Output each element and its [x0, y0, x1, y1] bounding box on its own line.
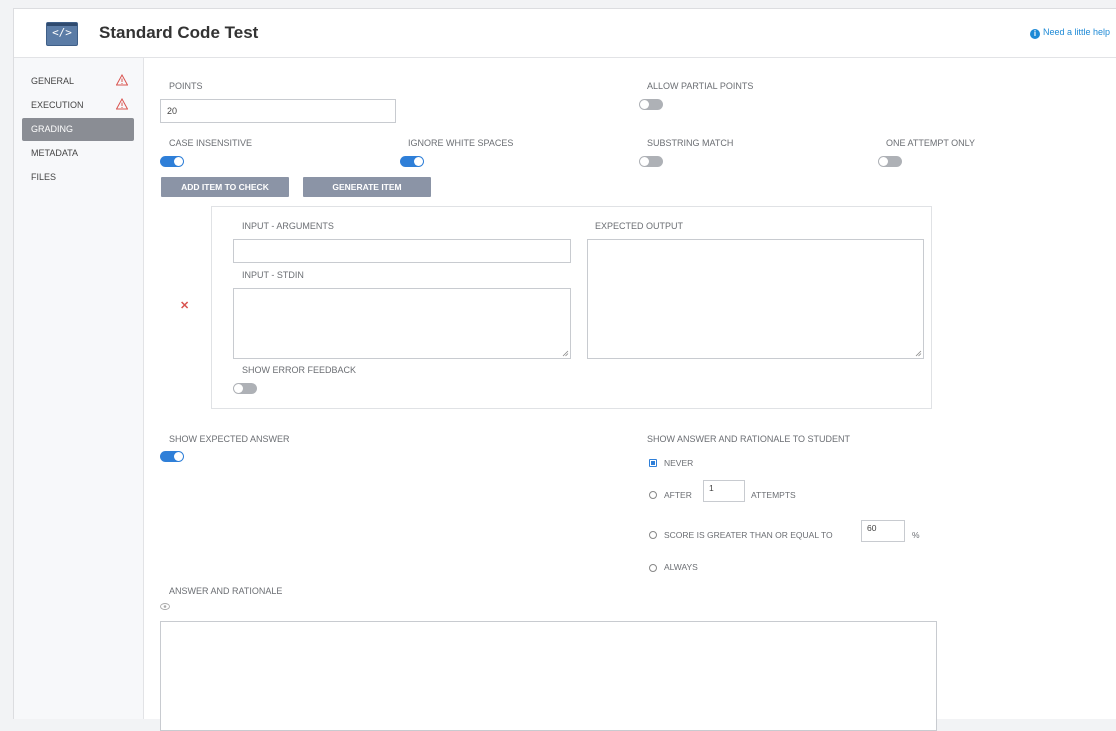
input-arguments-field[interactable]	[233, 239, 571, 263]
expected-output-label: EXPECTED OUTPUT	[595, 221, 684, 231]
one-attempt-label: ONE ATTEMPT ONLY	[886, 138, 976, 148]
input-stdin-textarea[interactable]	[233, 288, 571, 359]
code-icon: </>	[46, 22, 78, 46]
sidebar-item-general[interactable]: GENERAL	[22, 70, 134, 93]
ignore-whitespace-label: IGNORE WHITE SPACES	[408, 138, 514, 148]
help-link-label: Need a little help	[1043, 27, 1111, 37]
always-label: ALWAYS	[664, 562, 698, 572]
allow-partial-toggle[interactable]	[639, 99, 663, 110]
score-threshold-input[interactable]: 60	[861, 520, 905, 542]
sidebar-item-execution[interactable]: EXECUTION	[22, 94, 134, 117]
always-radio[interactable]	[649, 564, 657, 572]
substring-match-label: SUBSTRING MATCH	[647, 138, 734, 148]
show-expected-answer-toggle[interactable]	[160, 451, 184, 462]
percent-label: %	[912, 530, 920, 540]
sidebar-item-metadata[interactable]: METADATA	[22, 142, 134, 165]
sidebar-item-label: EXECUTION	[31, 100, 84, 110]
show-answer-rationale-label: SHOW ANSWER AND RATIONALE TO STUDENT	[647, 434, 851, 444]
never-radio[interactable]	[649, 459, 657, 467]
after-label: AFTER	[664, 490, 692, 500]
warning-icon	[116, 98, 128, 110]
points-input[interactable]: 20	[160, 99, 396, 123]
input-arguments-label: INPUT - ARGUMENTS	[242, 221, 334, 231]
help-link[interactable]: i Need a little help	[1030, 27, 1110, 39]
sidebar-item-grading[interactable]: GRADING	[22, 118, 134, 141]
show-error-feedback-label: SHOW ERROR FEEDBACK	[242, 365, 357, 375]
one-attempt-toggle[interactable]	[878, 156, 902, 167]
header: </> Standard Code Test i Need a little he…	[14, 9, 1116, 58]
allow-partial-label: ALLOW PARTIAL POINTS	[647, 81, 754, 91]
sidebar-item-files[interactable]: FILES	[22, 166, 134, 189]
attempts-label: ATTEMPTS	[751, 490, 796, 500]
generate-item-button[interactable]: GENERATE ITEM	[303, 177, 431, 197]
answer-rationale-label: ANSWER AND RATIONALE	[169, 586, 283, 596]
check-item-card: INPUT - ARGUMENTS INPUT - STDIN EXPECTED…	[211, 206, 932, 409]
remove-item-icon[interactable]: ✕	[180, 299, 189, 312]
sidebar-item-label: GRADING	[31, 124, 74, 134]
score-radio[interactable]	[649, 531, 657, 539]
page-title: Standard Code Test	[99, 23, 259, 42]
info-icon: i	[1030, 29, 1040, 39]
case-insensitive-label: CASE INSENSITIVE	[169, 138, 253, 148]
resize-grip-icon[interactable]	[562, 350, 569, 357]
resize-grip-icon[interactable]	[915, 350, 922, 357]
warning-icon	[116, 74, 128, 86]
sidebar-item-label: METADATA	[31, 148, 78, 158]
add-item-button[interactable]: ADD ITEM TO CHECK	[161, 177, 289, 197]
show-error-feedback-toggle[interactable]	[233, 383, 257, 394]
preview-eye-icon[interactable]	[160, 603, 170, 610]
after-attempts-input[interactable]: 1	[703, 480, 745, 502]
sidebar: GENERAL EXECUTION GRADING METADATA FILES	[14, 58, 144, 719]
score-label: SCORE IS GREATER THAN OR EQUAL TO	[664, 530, 833, 540]
points-label: POINTS	[169, 81, 203, 91]
answer-rationale-editor[interactable]	[160, 621, 937, 731]
input-stdin-label: INPUT - STDIN	[242, 270, 304, 280]
after-radio[interactable]	[649, 491, 657, 499]
show-expected-answer-label: SHOW EXPECTED ANSWER	[169, 434, 290, 444]
sidebar-item-label: FILES	[31, 172, 57, 182]
app-window: </> Standard Code Test i Need a little he…	[13, 8, 1116, 731]
never-label: NEVER	[664, 458, 694, 468]
sidebar-item-label: GENERAL	[31, 76, 75, 86]
case-insensitive-toggle[interactable]	[160, 156, 184, 167]
ignore-whitespace-toggle[interactable]	[400, 156, 424, 167]
expected-output-textarea[interactable]	[587, 239, 924, 359]
substring-match-toggle[interactable]	[639, 156, 663, 167]
